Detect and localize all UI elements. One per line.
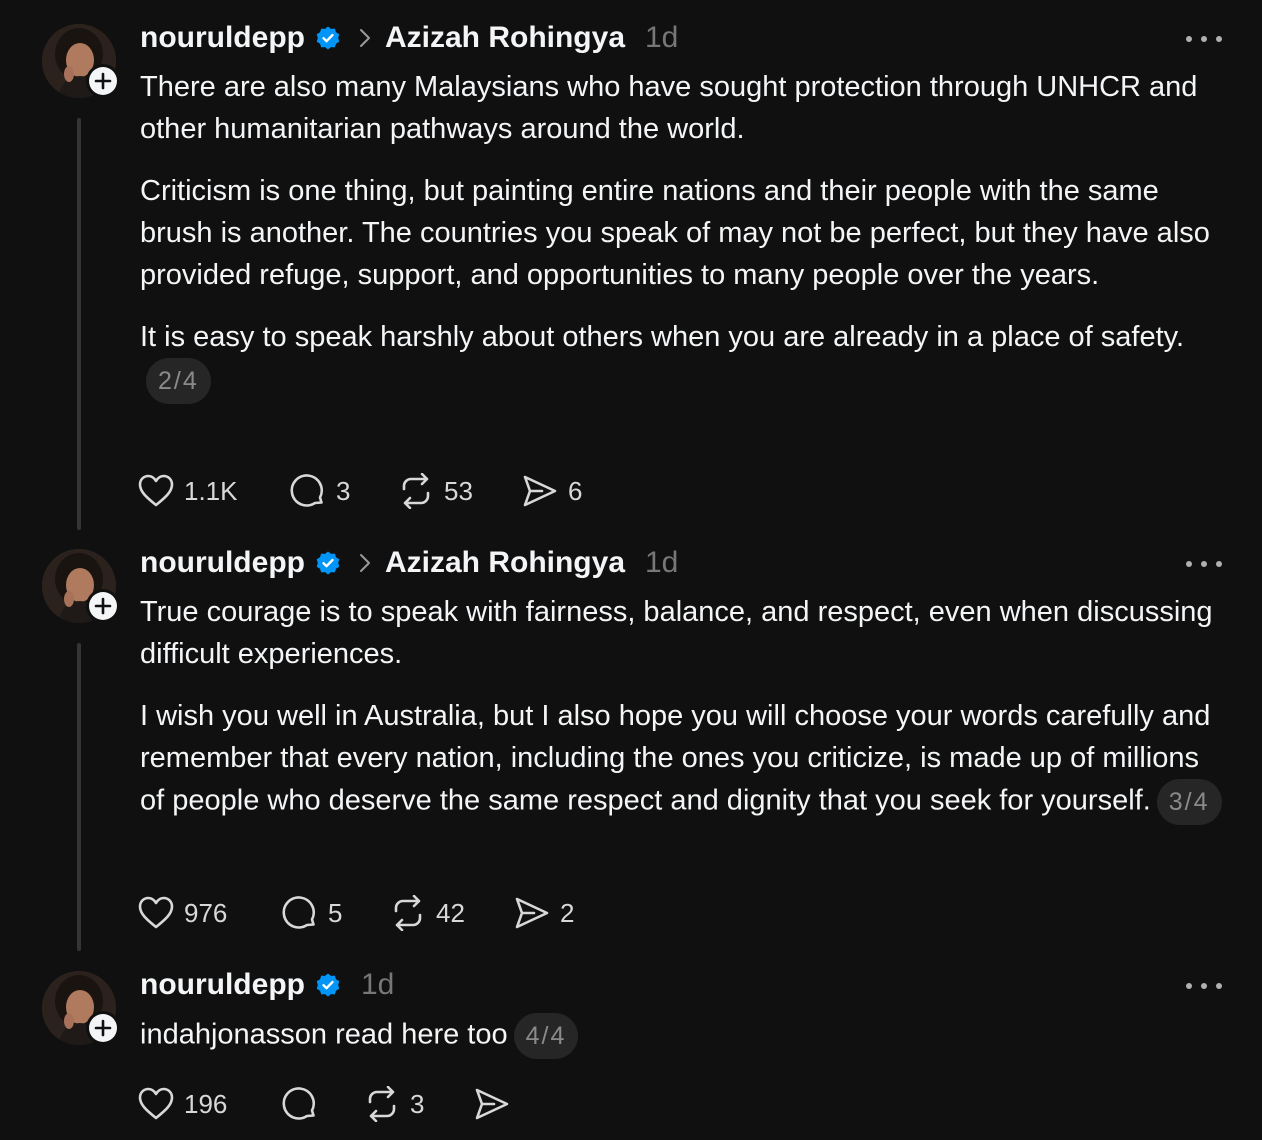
verified-icon: [315, 25, 341, 51]
post-time[interactable]: 1d: [645, 546, 678, 580]
verified-icon: [315, 972, 341, 998]
repost-button[interactable]: 42: [390, 895, 514, 931]
post-header: nouruldepp 1d: [140, 965, 394, 1005]
chevron-right-icon: [359, 28, 371, 48]
avatar-button[interactable]: [42, 549, 120, 623]
post-3: nouruldepp 1d indahjonasson read here to…: [0, 947, 1262, 1140]
reply-count: 3: [336, 475, 351, 506]
post-paragraph: There are also many Malaysians who have …: [140, 71, 1198, 145]
repost-icon: [402, 473, 430, 509]
follow-button[interactable]: [86, 1011, 120, 1045]
more-icon[interactable]: [1184, 29, 1224, 49]
post-paragraph-text: I wish you well in Australia, but I also…: [140, 700, 1211, 817]
like-button[interactable]: 1.1K: [138, 474, 290, 508]
post-2: nouruldepp Azizah Rohingya 1d True coura…: [0, 525, 1262, 955]
like-button[interactable]: 196: [138, 1087, 282, 1121]
share-icon: [515, 897, 549, 929]
like-button[interactable]: 976: [138, 896, 282, 930]
reply-button[interactable]: 3: [290, 473, 398, 509]
action-bar: 1.1K 3 53 6: [138, 471, 582, 511]
avatar-button[interactable]: [42, 24, 120, 98]
post-paragraph-text: indahjonasson read here too: [140, 1018, 508, 1051]
page-badge: 3/4: [1156, 779, 1222, 825]
heart-icon: [138, 896, 174, 929]
follow-button[interactable]: [86, 64, 120, 98]
verified-icon: [315, 550, 341, 576]
reply-to-link[interactable]: Azizah Rohingya: [385, 21, 625, 55]
post-header: nouruldepp Azizah Rohingya 1d: [140, 543, 678, 583]
comment-icon: [282, 896, 316, 929]
heart-icon: [138, 1087, 174, 1120]
threads-feed: nouruldepp Azizah Rohingya 1d There are …: [0, 0, 1262, 1140]
post-body: indahjonasson read here too 4/4: [140, 1013, 1230, 1059]
more-icon[interactable]: [1184, 554, 1224, 574]
plus-icon: [94, 72, 112, 90]
page-badge: 2/4: [146, 358, 211, 404]
action-bar: 976 5 42 2: [138, 893, 574, 933]
username-link[interactable]: nouruldepp: [140, 546, 305, 580]
post-1: nouruldepp Azizah Rohingya 1d There are …: [0, 0, 1262, 530]
reply-button[interactable]: [282, 1086, 364, 1122]
post-body: There are also many Malaysians who have …: [140, 66, 1230, 404]
share-count: 2: [560, 897, 575, 928]
post-paragraph: It is easy to speak harshly about others…: [140, 316, 1230, 404]
reply-count: 5: [328, 897, 343, 928]
like-count: 976: [184, 897, 228, 928]
like-count: 196: [184, 1088, 228, 1119]
share-icon: [523, 475, 557, 507]
repost-icon: [394, 895, 422, 931]
post-time[interactable]: 1d: [645, 21, 678, 55]
plus-icon: [94, 1019, 112, 1037]
follow-button[interactable]: [86, 589, 120, 623]
share-count: 6: [568, 475, 583, 506]
thread-line: [77, 643, 81, 951]
comment-icon: [290, 474, 324, 507]
action-bar: 196 3: [138, 1084, 510, 1124]
page-badge: 4/4: [513, 1013, 579, 1059]
post-paragraph: True courage is to speak with fairness, …: [140, 596, 1213, 670]
post-paragraph-text: It is easy to speak harshly about others…: [140, 321, 1185, 353]
thread-line: [77, 118, 81, 530]
share-icon: [475, 1088, 509, 1120]
post-paragraph: indahjonasson read here too 4/4: [140, 1013, 1230, 1059]
repost-count: 53: [444, 475, 473, 506]
more-icon[interactable]: [1184, 976, 1224, 996]
post-body: True courage is to speak with fairness, …: [140, 591, 1230, 825]
repost-count: 42: [436, 897, 465, 928]
reply-button[interactable]: 5: [282, 895, 390, 931]
share-button[interactable]: [474, 1087, 510, 1121]
post-paragraph: I wish you well in Australia, but I also…: [140, 695, 1230, 825]
avatar-button[interactable]: [42, 971, 120, 1045]
repost-count: 3: [410, 1088, 425, 1119]
post-paragraph: Criticism is one thing, but painting ent…: [140, 175, 1210, 291]
share-button[interactable]: 2: [514, 896, 574, 930]
post-time[interactable]: 1d: [361, 968, 394, 1002]
username-link[interactable]: nouruldepp: [140, 21, 305, 55]
heart-icon: [138, 474, 174, 507]
reply-to-link[interactable]: Azizah Rohingya: [385, 546, 625, 580]
repost-button[interactable]: 3: [364, 1086, 474, 1122]
repost-icon: [368, 1086, 396, 1122]
plus-icon: [94, 597, 112, 615]
post-header: nouruldepp Azizah Rohingya 1d: [140, 18, 678, 58]
chevron-right-icon: [359, 553, 371, 573]
share-button[interactable]: 6: [522, 474, 582, 508]
comment-icon: [282, 1087, 316, 1120]
repost-button[interactable]: 53: [398, 473, 522, 509]
like-count: 1.1K: [184, 475, 238, 506]
username-link[interactable]: nouruldepp: [140, 968, 305, 1002]
